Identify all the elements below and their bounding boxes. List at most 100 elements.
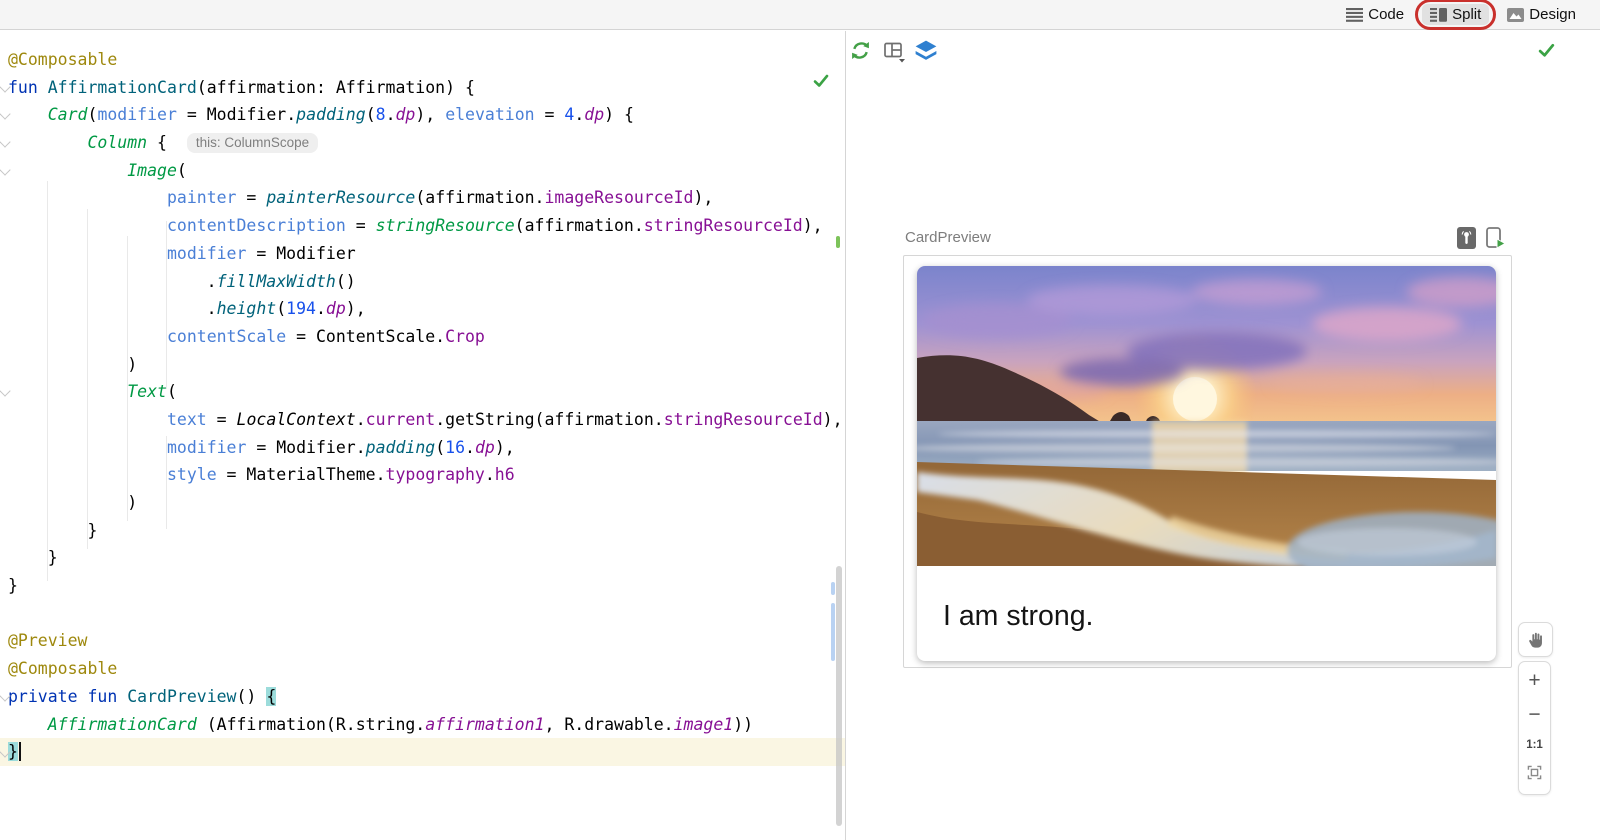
code-mode-button[interactable]: Code — [1346, 6, 1404, 23]
code-line: Text( — [8, 378, 845, 406]
code-token: painterResource — [266, 188, 415, 207]
code-token: h6 — [495, 465, 515, 484]
code-token: AffirmationCard — [48, 78, 197, 97]
fit-to-screen-button[interactable] — [1527, 765, 1542, 785]
split-view-icon — [1430, 8, 1447, 22]
run-preview-on-device-button[interactable] — [1483, 226, 1507, 255]
code-token: 8 — [376, 105, 386, 124]
split-mode-button[interactable]: Split — [1422, 4, 1489, 25]
zoom-100-button[interactable]: 1:1 — [1526, 739, 1543, 751]
code-token: contentScale — [167, 327, 286, 346]
code-line: @Preview — [8, 627, 845, 655]
view-options-button[interactable] — [883, 41, 906, 68]
code-token: (affirmation. — [415, 188, 544, 207]
zoom-in-button[interactable]: + — [1528, 671, 1540, 691]
code-token: } — [8, 548, 58, 567]
code-token: ), — [823, 410, 843, 429]
indent-guide — [166, 221, 167, 389]
code-token: @Composable — [8, 659, 117, 678]
code-token: stringResource — [376, 216, 515, 235]
code-token: ), — [415, 105, 445, 124]
code-token: padding — [296, 105, 366, 124]
code-token: current — [366, 410, 436, 429]
inspection-ok-icon[interactable] — [812, 72, 830, 93]
code-token — [8, 715, 48, 734]
code-token: () — [237, 687, 267, 706]
code-token: = — [535, 105, 565, 124]
zoom-out-button[interactable]: − — [1528, 705, 1540, 725]
layers-button[interactable] — [912, 37, 940, 69]
code-token: . — [485, 465, 495, 484]
code-line: } — [8, 572, 845, 600]
code-line: contentDescription = stringResource(affi… — [8, 212, 845, 240]
code-editor-pane[interactable]: @Composablefun AffirmationCard(affirmati… — [0, 31, 845, 840]
split-mode-wrap: Split — [1422, 4, 1489, 25]
code-token: . — [574, 105, 584, 124]
card-text-row: I am strong. — [917, 571, 1496, 661]
code-token: ), — [803, 216, 823, 235]
code-token: private fun — [8, 687, 127, 706]
code-token: . — [316, 299, 326, 318]
code-token: fun — [8, 78, 48, 97]
code-line: @Composable — [8, 655, 845, 683]
code-line: Card(modifier = Modifier.padding(8.dp), … — [8, 101, 845, 129]
view-options-icon — [883, 41, 906, 63]
pan-tool-button[interactable] — [1518, 622, 1553, 657]
code-token — [8, 105, 48, 124]
code-token: stringResourceId — [664, 410, 823, 429]
design-image-icon — [1507, 8, 1524, 22]
code-token: LocalContext — [237, 410, 356, 429]
code-token: . — [465, 438, 475, 457]
code-token: ) { — [604, 105, 634, 124]
preview-title: CardPreview — [905, 229, 991, 246]
code-token: Card — [48, 105, 88, 124]
editor-scrollbar[interactable] — [836, 566, 842, 826]
code-token: 16 — [445, 438, 465, 457]
code-token: = Modifier — [246, 244, 355, 263]
design-mode-label: Design — [1529, 6, 1576, 23]
code-token: affirmation1 — [425, 715, 544, 734]
code-token: 194 — [286, 299, 316, 318]
code-token — [8, 382, 127, 401]
code-line: } — [8, 517, 845, 545]
preview-ok-icon — [1537, 41, 1556, 63]
code-token: = — [207, 410, 237, 429]
preview-canvas[interactable]: I am strong. — [903, 255, 1512, 668]
interactive-preview-button[interactable] — [1456, 226, 1478, 255]
indent-guide — [47, 181, 48, 581]
code-token: { — [147, 133, 187, 152]
code-token: dp — [396, 105, 416, 124]
design-mode-button[interactable]: Design — [1507, 6, 1576, 23]
code-token: stringResourceId — [644, 216, 803, 235]
code-token: = Modifier. — [177, 105, 296, 124]
code-token: AffirmationCard — [48, 715, 197, 734]
code-token: } — [8, 576, 18, 595]
analysis-blue-mark — [831, 582, 835, 595]
code-token: contentDescription — [167, 216, 346, 235]
code-token: ) — [8, 355, 137, 374]
code-line: } — [8, 544, 845, 572]
code-line: style = MaterialTheme.typography.h6 — [8, 461, 845, 489]
code-token: height — [217, 299, 277, 318]
code-token — [8, 161, 127, 180]
code-token: dp — [584, 105, 604, 124]
code-token: ), — [693, 188, 713, 207]
code-line: @Composable — [8, 46, 845, 74]
refresh-preview-button[interactable] — [849, 39, 872, 67]
code-token: (affirmation. — [515, 216, 644, 235]
code-token: , R.drawable. — [544, 715, 673, 734]
affirmation-text: I am strong. — [943, 600, 1093, 633]
code-lines-icon — [1346, 8, 1363, 22]
code-line: text = LocalContext.current.getString(af… — [8, 406, 845, 434]
code-token: } — [8, 521, 97, 540]
code-token: )) — [733, 715, 753, 734]
code-token: (Affirmation(R.string. — [197, 715, 425, 734]
code-token: = — [346, 216, 376, 235]
code-line: private fun CardPreview() { — [8, 683, 845, 711]
code-line: } — [0, 738, 845, 766]
code-token: ( — [276, 299, 286, 318]
code-token: ( — [88, 105, 98, 124]
code-token: Crop — [445, 327, 485, 346]
code-token: (affirmation: Affirmation) { — [197, 78, 475, 97]
code-token: image1 — [674, 715, 734, 734]
